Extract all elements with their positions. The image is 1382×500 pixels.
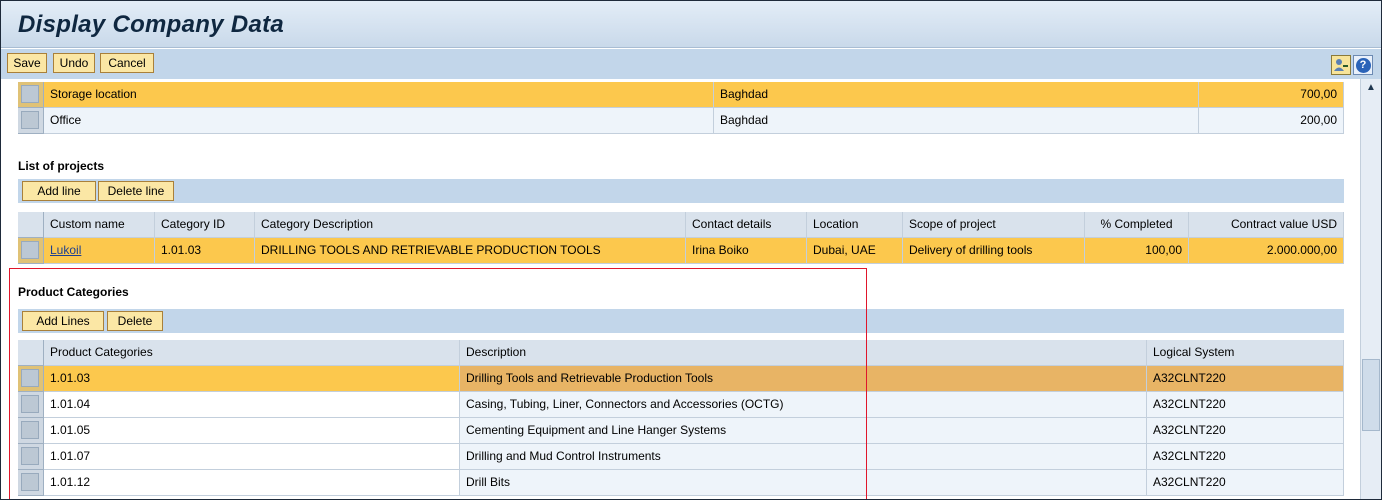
- projects-title: List of projects: [18, 159, 105, 173]
- help-icon[interactable]: ?: [1353, 55, 1373, 75]
- vertical-scrollbar[interactable]: ▲: [1360, 79, 1381, 499]
- category-code-cell: 1.01.03: [44, 366, 460, 392]
- column-header[interactable]: Contract value USD: [1189, 212, 1344, 238]
- product-categories-title: Product Categories: [18, 285, 129, 299]
- description-cell: Drill Bits: [460, 470, 1147, 496]
- column-header[interactable]: % Completed: [1085, 212, 1189, 238]
- category-id-cell: 1.01.03: [155, 238, 255, 264]
- save-button[interactable]: Save: [7, 53, 47, 73]
- cancel-button[interactable]: Cancel: [100, 53, 154, 73]
- table-row[interactable]: 1.01.04 Casing, Tubing, Liner, Connector…: [18, 392, 1344, 418]
- completed-cell: 100,00: [1085, 238, 1189, 264]
- table-row[interactable]: 1.01.03 Drilling Tools and Retrievable P…: [18, 366, 1344, 392]
- description-cell: Cementing Equipment and Line Hanger Syst…: [460, 418, 1147, 444]
- value-cell: 700,00: [1199, 82, 1344, 108]
- category-code-cell: 1.01.12: [44, 470, 460, 496]
- category-code-cell: 1.01.07: [44, 444, 460, 470]
- sap-window: Display Company Data Save Undo Cancel ? …: [0, 0, 1382, 500]
- projects-header-row: Custom name Category ID Category Descrip…: [18, 212, 1344, 238]
- table-row[interactable]: Lukoil 1.01.03 DRILLING TOOLS AND RETRIE…: [18, 238, 1344, 264]
- scroll-up-arrow-icon[interactable]: ▲: [1363, 82, 1379, 96]
- table-row[interactable]: 1.01.07 Drilling and Mud Control Instrum…: [18, 444, 1344, 470]
- row-selector[interactable]: [18, 470, 44, 496]
- add-lines-button[interactable]: Add Lines: [22, 311, 104, 331]
- column-header[interactable]: Custom name: [44, 212, 155, 238]
- main-content: Storage location Baghdad 700,00 Office B…: [1, 79, 1359, 499]
- column-header[interactable]: Scope of project: [903, 212, 1085, 238]
- name-cell: Storage location: [44, 82, 714, 108]
- add-line-button[interactable]: Add line: [22, 181, 96, 201]
- logical-system-cell: A32CLNT220: [1147, 392, 1344, 418]
- location-cell: Baghdad: [714, 82, 1199, 108]
- product-categories-header-row: Product Categories Description Logical S…: [18, 340, 1344, 366]
- undo-button[interactable]: Undo: [53, 53, 95, 73]
- name-cell: Office: [44, 108, 714, 134]
- value-cell: 200,00: [1199, 108, 1344, 134]
- logical-system-cell: A32CLNT220: [1147, 444, 1344, 470]
- application-toolbar: Save Undo Cancel: [1, 49, 1381, 79]
- description-cell: Drilling Tools and Retrievable Productio…: [460, 366, 1147, 392]
- row-selector[interactable]: [18, 82, 44, 108]
- title-bar: Display Company Data: [1, 1, 1381, 48]
- column-header[interactable]: Product Categories: [44, 340, 460, 366]
- table-row[interactable]: Storage location Baghdad 700,00: [18, 82, 1344, 108]
- column-header[interactable]: Contact details: [686, 212, 807, 238]
- column-header[interactable]: Category ID: [155, 212, 255, 238]
- logical-system-cell: A32CLNT220: [1147, 418, 1344, 444]
- logical-system-cell: A32CLNT220: [1147, 470, 1344, 496]
- category-description-cell: DRILLING TOOLS AND RETRIEVABLE PRODUCTIO…: [255, 238, 686, 264]
- row-selector[interactable]: [18, 366, 44, 392]
- scope-cell: Delivery of drilling tools: [903, 238, 1085, 264]
- delete-line-button[interactable]: Delete line: [98, 181, 174, 201]
- user-settings-icon[interactable]: [1331, 55, 1351, 75]
- column-header[interactable]: Category Description: [255, 212, 686, 238]
- table-row[interactable]: Office Baghdad 200,00: [18, 108, 1344, 134]
- scrollbar-thumb[interactable]: [1362, 359, 1380, 431]
- description-cell: Drilling and Mud Control Instruments: [460, 444, 1147, 470]
- row-selector[interactable]: [18, 418, 44, 444]
- custom-name-link[interactable]: Lukoil: [50, 243, 81, 257]
- contract-value-cell: 2.000.000,00: [1189, 238, 1344, 264]
- row-selector[interactable]: [18, 444, 44, 470]
- row-selector[interactable]: [18, 392, 44, 418]
- column-header[interactable]: Location: [807, 212, 903, 238]
- logical-system-cell: A32CLNT220: [1147, 366, 1344, 392]
- location-cell: Dubai, UAE: [807, 238, 903, 264]
- delete-button[interactable]: Delete: [107, 311, 163, 331]
- column-header[interactable]: Logical System: [1147, 340, 1344, 366]
- description-cell: Casing, Tubing, Liner, Connectors and Ac…: [460, 392, 1147, 418]
- category-code-cell: 1.01.04: [44, 392, 460, 418]
- table-row[interactable]: 1.01.12 Drill Bits A32CLNT220: [18, 470, 1344, 496]
- contact-cell: Irina Boiko: [686, 238, 807, 264]
- help-tools: ?: [1331, 55, 1373, 75]
- location-cell: Baghdad: [714, 108, 1199, 134]
- column-header[interactable]: Description: [460, 340, 1147, 366]
- product-categories-toolbar: Add Lines Delete: [18, 309, 1344, 333]
- row-selector[interactable]: [18, 108, 44, 134]
- page-title: Display Company Data: [18, 11, 285, 38]
- row-selector[interactable]: [18, 238, 44, 264]
- category-code-cell: 1.01.05: [44, 418, 460, 444]
- table-row[interactable]: 1.01.05 Cementing Equipment and Line Han…: [18, 418, 1344, 444]
- projects-toolbar: Add line Delete line: [18, 179, 1344, 203]
